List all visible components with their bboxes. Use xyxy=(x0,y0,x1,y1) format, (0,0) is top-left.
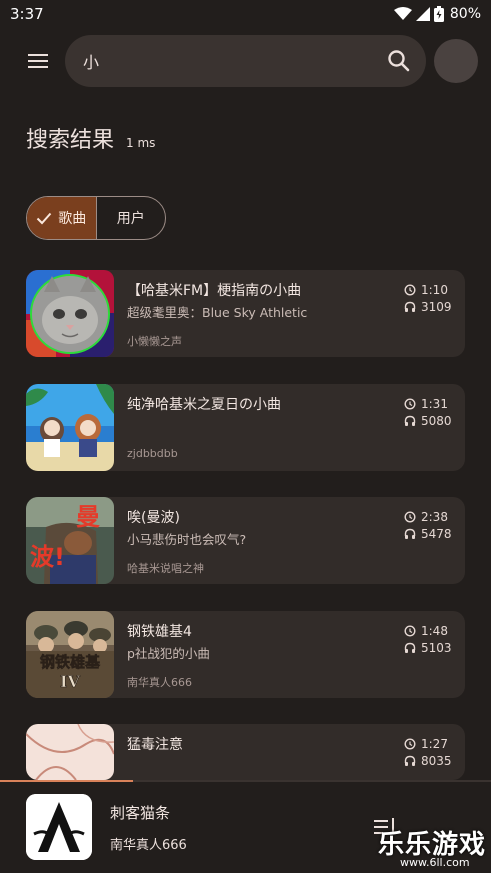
song-meta: 1:27 8035 xyxy=(404,735,452,769)
menu-button[interactable] xyxy=(20,44,56,78)
song-title: 唉(曼波) xyxy=(127,510,180,526)
watermark-url: www.6ll.com xyxy=(400,856,470,869)
tab-users[interactable]: 用户 xyxy=(97,197,166,239)
results-header: 搜索结果 1 ms xyxy=(26,122,155,154)
song-plays: 5103 xyxy=(421,640,452,655)
song-duration: 1:10 xyxy=(421,282,448,297)
song-meta: 2:38 5478 xyxy=(404,508,452,542)
plays-row: 5478 xyxy=(404,525,452,542)
result-type-tabs: 歌曲 用户 xyxy=(26,196,166,240)
song-card[interactable]: 纯净哈基米之夏日の小曲 zjdbbdbb 1:31 5080 xyxy=(26,384,465,471)
song-meta: 1:10 3109 xyxy=(404,281,452,315)
avatar[interactable] xyxy=(434,39,478,83)
song-card[interactable]: 曼 波! 唉(曼波) 小马悲伤时也会叹气? 哈基米说唱之神 2:38 5478 xyxy=(26,497,465,584)
clock-icon xyxy=(404,397,416,410)
song-subtitle: 小马悲伤时也会叹气? xyxy=(127,532,247,547)
tab-songs-label: 歌曲 xyxy=(58,211,87,227)
clock-icon xyxy=(404,624,416,637)
plays-row: 5103 xyxy=(404,639,452,656)
song-artist: 小懒懒之声 xyxy=(127,335,182,348)
song-artist: 南华真人666 xyxy=(127,676,192,689)
cover-text-1: 曼 xyxy=(76,503,100,531)
battery-percent: 80% xyxy=(449,6,481,22)
song-plays: 8035 xyxy=(421,753,452,768)
song-card[interactable]: 猛毒注意 1:27 8035 xyxy=(26,724,465,780)
tab-songs[interactable]: 歌曲 xyxy=(27,197,97,239)
song-duration: 2:38 xyxy=(421,509,448,524)
headphones-icon xyxy=(404,642,416,653)
song-card[interactable]: 钢铁雄基 IV 钢铁雄基4 p社战犯的小曲 南华真人666 1:48 5103 xyxy=(26,611,465,698)
headphones-icon xyxy=(404,755,416,766)
cover-text-2: IV xyxy=(60,672,80,691)
plays-row: 8035 xyxy=(404,752,452,769)
now-playing-title: 刺客猫条 xyxy=(110,804,171,822)
duration-row: 1:10 xyxy=(404,281,452,298)
headphones-icon xyxy=(404,528,416,539)
song-plays: 3109 xyxy=(421,299,452,314)
song-subtitle: p社战犯的小曲 xyxy=(127,646,210,661)
duration-row: 1:48 xyxy=(404,622,452,639)
anime-beach-cover xyxy=(26,384,114,471)
status-icons: 80% xyxy=(393,6,481,22)
duration-row: 1:27 xyxy=(404,735,452,752)
tab-users-label: 用户 xyxy=(116,211,145,227)
duration-row: 1:31 xyxy=(404,395,452,412)
wifi-icon xyxy=(393,7,412,20)
signal-icon xyxy=(415,7,430,21)
cat-cover xyxy=(26,270,114,357)
search-button[interactable] xyxy=(386,48,412,74)
song-duration: 1:27 xyxy=(421,736,448,751)
status-time: 3:37 xyxy=(10,5,44,23)
song-plays: 5080 xyxy=(421,413,452,428)
results-elapsed: 1 ms xyxy=(126,136,156,150)
song-duration: 1:31 xyxy=(421,396,448,411)
cover-text-1: 钢铁雄基 xyxy=(40,653,101,671)
song-plays: 5478 xyxy=(421,526,452,541)
duration-row: 2:38 xyxy=(404,508,452,525)
now-playing-cover xyxy=(26,794,92,860)
song-title: 【哈基米FM】梗指南の小曲 xyxy=(127,283,302,299)
headphones-icon xyxy=(404,301,416,312)
sketch-cover xyxy=(26,724,114,780)
song-artist: 哈基米说唱之神 xyxy=(127,562,204,575)
song-meta: 1:31 5080 xyxy=(404,395,452,429)
status-bar: 3:37 80% xyxy=(0,0,491,28)
clock-icon xyxy=(404,737,416,750)
now-playing-artist: 南华真人666 xyxy=(110,838,187,853)
now-playing-bar[interactable]: 刺客猫条 南华真人666 乐乐游戏 www.6ll.com xyxy=(0,782,491,873)
top-bar xyxy=(0,34,491,88)
watermark: 乐乐游戏 www.6ll.com xyxy=(378,824,491,873)
clock-icon xyxy=(404,283,416,296)
song-title: 钢铁雄基4 xyxy=(127,624,192,640)
clock-icon xyxy=(404,510,416,523)
headphones-icon xyxy=(404,415,416,426)
hoi4-cover: 钢铁雄基 IV xyxy=(26,611,114,698)
manbo-cover: 曼 波! xyxy=(26,497,114,584)
search-input[interactable] xyxy=(83,48,373,74)
menu-icon xyxy=(28,54,48,68)
cover-text-2: 波! xyxy=(30,543,65,571)
plays-row: 5080 xyxy=(404,412,452,429)
song-artist: zjdbbdbb xyxy=(127,447,178,460)
check-icon xyxy=(37,212,52,225)
song-meta: 1:48 5103 xyxy=(404,622,452,656)
results-title: 搜索结果 xyxy=(26,128,115,153)
search-bar xyxy=(65,35,426,87)
song-subtitle: 超级耄里奥：Blue Sky Athletic xyxy=(127,305,308,320)
song-title: 纯净哈基米之夏日の小曲 xyxy=(127,397,281,413)
search-icon xyxy=(388,50,410,72)
song-duration: 1:48 xyxy=(421,623,448,638)
song-title: 猛毒注意 xyxy=(127,737,183,753)
plays-row: 3109 xyxy=(404,298,452,315)
song-card[interactable]: 【哈基米FM】梗指南の小曲 超级耄里奥：Blue Sky Athletic 小懒… xyxy=(26,270,465,357)
battery-icon xyxy=(433,6,444,22)
